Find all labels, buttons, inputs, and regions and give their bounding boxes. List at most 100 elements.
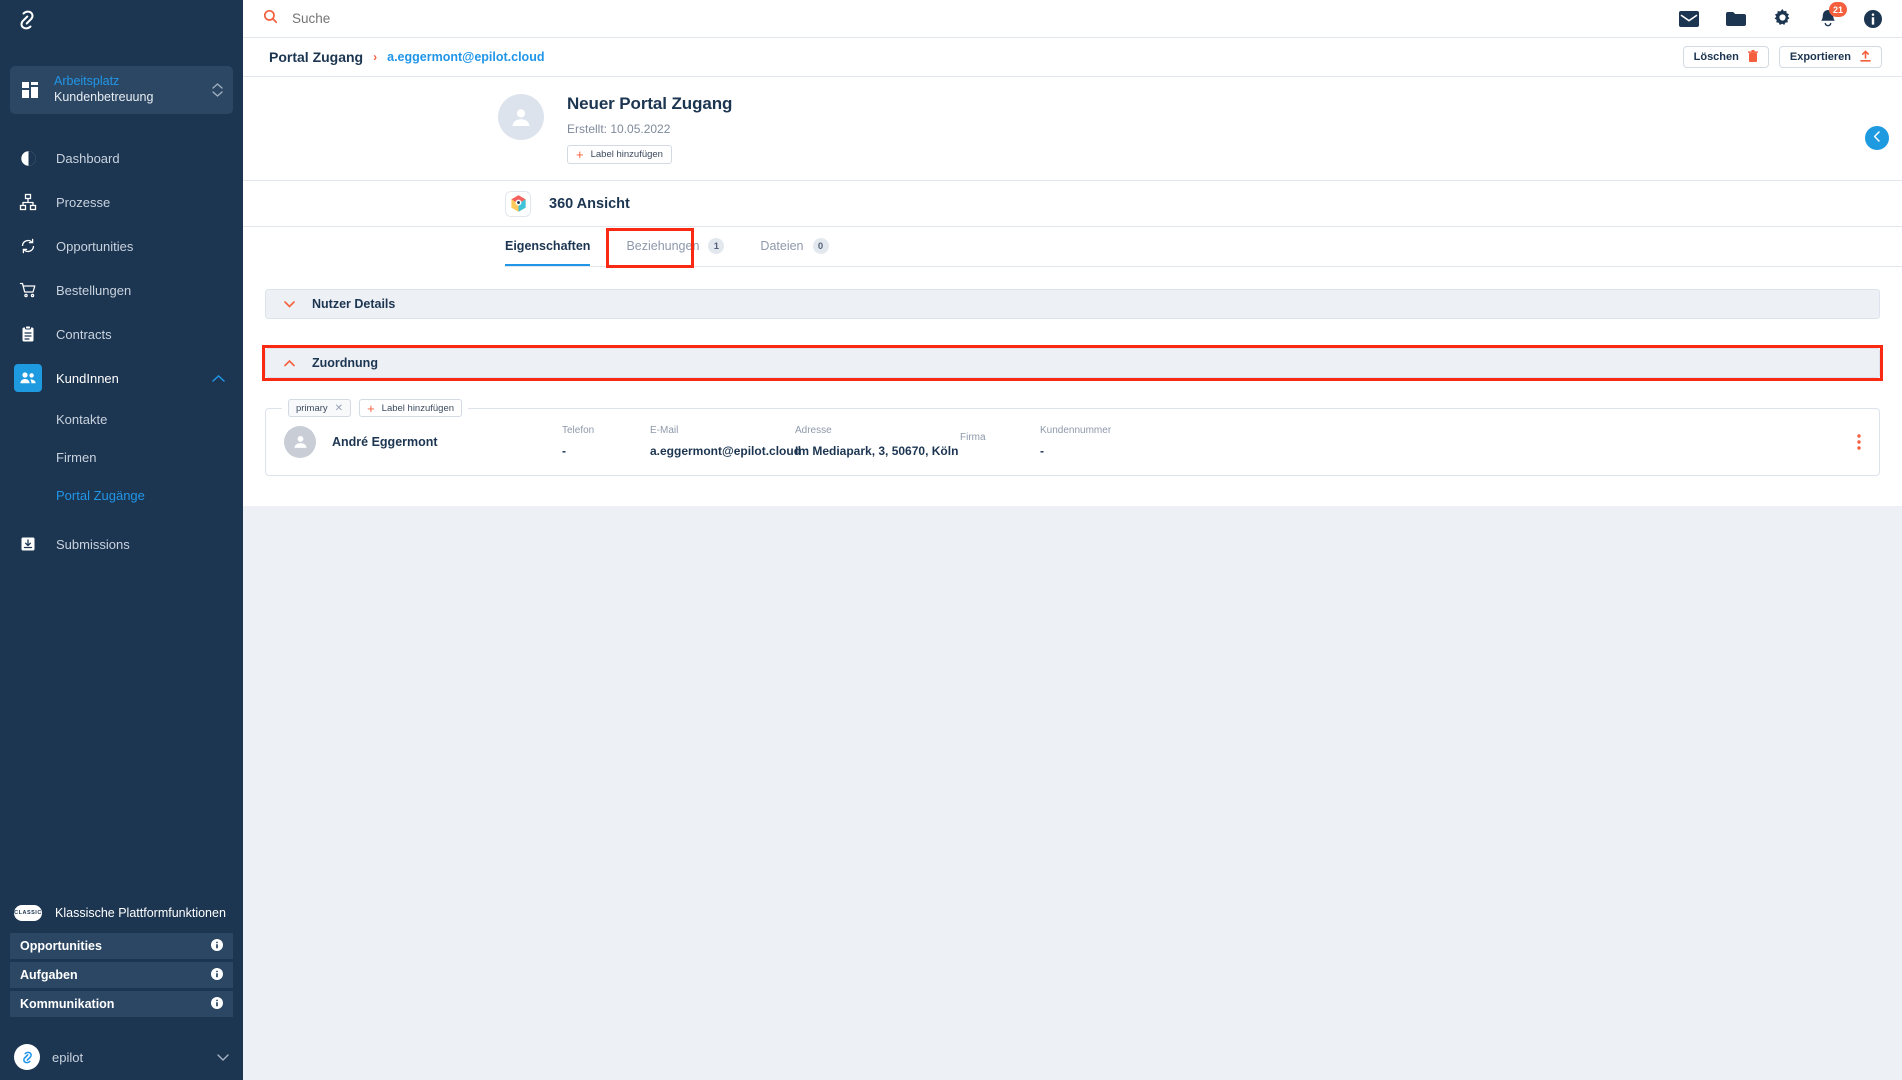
sidebar-item-firmen[interactable]: Firmen bbox=[0, 438, 243, 476]
view-header: 360 Ansicht bbox=[243, 181, 1902, 227]
bell-icon[interactable]: 21 bbox=[1819, 2, 1847, 28]
collapse-panel-button[interactable] bbox=[1865, 126, 1889, 150]
sidebar-item-label: Contracts bbox=[56, 326, 112, 342]
chevron-up-icon bbox=[284, 359, 295, 367]
classic-item-kommunikation[interactable]: Kommunikation bbox=[10, 991, 233, 1017]
classic-item-opportunities[interactable]: Opportunities bbox=[10, 933, 233, 959]
field-value: a.eggermont@epilot.cloud bbox=[650, 444, 802, 458]
page-title: Neuer Portal Zugang bbox=[567, 94, 733, 113]
delete-button-label: Löschen bbox=[1693, 51, 1739, 63]
tab-eigenschaften[interactable]: Eigenschaften bbox=[505, 226, 604, 266]
sidebar-item-prozesse[interactable]: Prozesse bbox=[0, 180, 243, 224]
close-icon[interactable]: ✕ bbox=[335, 403, 343, 414]
processes-icon bbox=[14, 188, 42, 216]
notification-badge: 21 bbox=[1829, 2, 1847, 17]
sidebar-nav: Dashboard Prozesse Opportunities Bestell… bbox=[0, 136, 243, 566]
mail-icon[interactable] bbox=[1679, 10, 1699, 27]
sidebar-item-bestellungen[interactable]: Bestellungen bbox=[0, 268, 243, 312]
highlight-box-zuordnung-accordion bbox=[262, 345, 1883, 381]
classic-item-label: Opportunities bbox=[20, 939, 102, 953]
tab-beziehungen[interactable]: Beziehungen 1 bbox=[626, 226, 738, 266]
field-label: Telefon bbox=[562, 425, 595, 436]
relation-card-wrapper: primary ✕ + Label hinzufügen André Egger… bbox=[243, 378, 1902, 506]
tab-label: Eigenschaften bbox=[505, 239, 591, 253]
classic-badge: CLASSIC bbox=[14, 905, 42, 921]
sidebar-subitem-label: Kontakte bbox=[56, 411, 108, 427]
grid-icon bbox=[20, 79, 42, 101]
classic-title: Klassische Plattformfunktionen bbox=[55, 906, 226, 920]
relation-row[interactable]: André Eggermont Telefon - E-Mail a.egger… bbox=[266, 409, 1879, 475]
info-icon[interactable] bbox=[211, 967, 223, 983]
created-date: Erstellt: 10.05.2022 bbox=[567, 122, 671, 136]
sidebar-item-label: Opportunities bbox=[56, 238, 134, 254]
cart-icon bbox=[14, 276, 42, 304]
field-value: - bbox=[562, 444, 566, 458]
top-bar: 21 bbox=[243, 0, 1902, 38]
sidebar-item-submissions[interactable]: Submissions bbox=[0, 522, 243, 566]
breadcrumb-bar: Portal Zugang › a.eggermont@epilot.cloud… bbox=[243, 38, 1902, 77]
app-root: Arbeitsplatz Kundenbetreuung Dashboard P… bbox=[0, 0, 1902, 1080]
app-logo[interactable] bbox=[0, 0, 243, 40]
sidebar-subitem-label: Portal Zugänge bbox=[56, 487, 145, 503]
plus-icon: + bbox=[576, 147, 584, 162]
more-vertical-icon[interactable] bbox=[1857, 433, 1861, 450]
account-menu[interactable]: epilot bbox=[0, 1034, 243, 1080]
breadcrumb-root[interactable]: Portal Zugang bbox=[269, 49, 363, 65]
accordion-nutzer-details[interactable]: Nutzer Details bbox=[265, 289, 1880, 319]
360-view-icon bbox=[505, 190, 531, 217]
add-label-button[interactable]: + Label hinzufügen bbox=[359, 399, 463, 417]
export-button-label: Exportieren bbox=[1789, 51, 1851, 63]
opportunities-icon bbox=[14, 232, 42, 260]
breadcrumb-current[interactable]: a.eggermont@epilot.cloud bbox=[387, 50, 544, 64]
field-label: Firma bbox=[960, 432, 986, 443]
gear-icon[interactable] bbox=[1773, 9, 1792, 28]
add-label-button-label: Label hinzufügen bbox=[590, 149, 663, 160]
sidebar-item-kundinnen[interactable]: KundInnen bbox=[0, 356, 243, 400]
export-button[interactable]: Exportieren bbox=[1778, 46, 1882, 68]
field-adresse: Adresse Im Mediapark, 3, 50670, Köln bbox=[795, 425, 960, 458]
chevron-up-icon bbox=[212, 369, 225, 387]
tab-label: Dateien bbox=[760, 239, 804, 253]
search-container[interactable] bbox=[243, 9, 1679, 29]
sidebar-item-opportunities[interactable]: Opportunities bbox=[0, 224, 243, 268]
tab-count-badge: 0 bbox=[812, 238, 829, 254]
info-icon[interactable] bbox=[211, 996, 223, 1012]
person-avatar-icon bbox=[498, 94, 544, 140]
search-input[interactable] bbox=[292, 11, 692, 26]
tab-count-badge: 1 bbox=[708, 238, 725, 254]
add-label-button[interactable]: + Label hinzufügen bbox=[567, 145, 672, 164]
sidebar-item-portal-zugaenge[interactable]: Portal Zugänge bbox=[0, 476, 243, 514]
field-label: Adresse bbox=[795, 425, 832, 436]
users-icon bbox=[14, 364, 42, 392]
relation-contact-name: André Eggermont bbox=[332, 434, 438, 449]
account-name: epilot bbox=[52, 1049, 84, 1065]
folder-icon[interactable] bbox=[1726, 11, 1746, 27]
label-chip-primary[interactable]: primary ✕ bbox=[288, 399, 352, 417]
relation-card-labels: primary ✕ + Label hinzufügen bbox=[282, 399, 469, 417]
workspace-selector[interactable]: Arbeitsplatz Kundenbetreuung bbox=[10, 66, 233, 114]
field-email: E-Mail a.eggermont@epilot.cloud bbox=[650, 425, 802, 458]
panel-area: Nutzer Details Zuordnung bbox=[243, 267, 1902, 381]
tab-label: Beziehungen bbox=[626, 239, 700, 253]
label-chip-text: primary bbox=[296, 402, 328, 414]
plus-icon: + bbox=[367, 400, 375, 416]
sidebar: Arbeitsplatz Kundenbetreuung Dashboard P… bbox=[0, 0, 243, 1080]
sidebar-item-label: KundInnen bbox=[56, 370, 119, 386]
tab-dateien[interactable]: Dateien 0 bbox=[760, 226, 842, 266]
accordion-zuordnung[interactable]: Zuordnung bbox=[262, 345, 1883, 381]
field-value: - bbox=[1040, 444, 1044, 458]
chevron-down-icon bbox=[217, 1048, 229, 1066]
tab-list: Eigenschaften Beziehungen 1 Dateien 0 bbox=[505, 227, 1902, 267]
top-icon-group: 21 bbox=[1679, 2, 1902, 28]
info-icon[interactable] bbox=[1864, 9, 1882, 28]
workspace-subtitle: Kundenbetreuung bbox=[54, 90, 154, 104]
delete-button[interactable]: Löschen bbox=[1682, 46, 1769, 68]
accordion-gap bbox=[265, 319, 1880, 348]
info-icon[interactable] bbox=[211, 938, 223, 954]
sidebar-item-dashboard[interactable]: Dashboard bbox=[0, 136, 243, 180]
classic-item-aufgaben[interactable]: Aufgaben bbox=[10, 962, 233, 988]
sidebar-item-kontakte[interactable]: Kontakte bbox=[0, 400, 243, 438]
search-icon bbox=[263, 9, 278, 29]
field-value: Im Mediapark, 3, 50670, Köln bbox=[795, 444, 959, 458]
sidebar-item-contracts[interactable]: Contracts bbox=[0, 312, 243, 356]
